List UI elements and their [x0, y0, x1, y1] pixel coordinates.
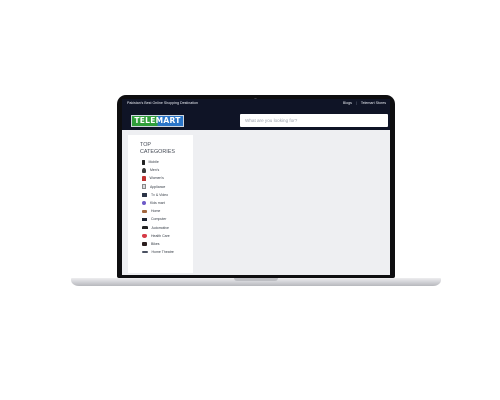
kids-icon	[142, 201, 146, 206]
category-label: Kids mart	[150, 201, 165, 206]
category-item-kids-mart[interactable]: Kids mart	[142, 199, 174, 207]
women-icon	[142, 175, 146, 181]
mobile-icon	[142, 159, 145, 165]
laptop-base	[71, 278, 441, 286]
site-tagline: Pakistan's Best Online Shopping Destinat…	[127, 101, 199, 105]
category-label: Bikes	[151, 241, 160, 246]
laptop-screen: Pakistan's Best Online Shopping Destinat…	[122, 99, 390, 275]
blogs-link[interactable]: Blogs	[343, 99, 352, 108]
categories-title: TOP CATEGORIES	[140, 142, 175, 155]
category-label: Health Care	[151, 233, 170, 238]
men-icon	[142, 167, 146, 173]
category-label: Home Theatre	[151, 250, 174, 255]
category-item-computer[interactable]: Computer	[142, 215, 174, 223]
health-icon	[142, 233, 147, 238]
category-label: Tv & Video	[151, 192, 169, 197]
appliance-icon	[142, 184, 146, 190]
category-item-appliance[interactable]: Appliance	[142, 183, 174, 191]
category-item-mens[interactable]: Men's	[142, 166, 174, 174]
computer-icon	[142, 217, 147, 222]
site-logo[interactable]: TELEMART	[131, 115, 184, 127]
category-item-automotive[interactable]: Automotive	[142, 224, 174, 232]
link-separator: |	[355, 101, 357, 105]
category-label: Women's	[149, 176, 164, 181]
category-list: Mobile Men's Women's Appliance Tv & Vide…	[142, 158, 174, 256]
laptop-notch	[234, 278, 278, 281]
category-item-mobile[interactable]: Mobile	[142, 158, 174, 166]
category-item-health-care[interactable]: Health Care	[142, 232, 174, 240]
home-icon	[142, 209, 147, 213]
laptop-mockup: Pakistan's Best Online Shopping Destinat…	[0, 0, 500, 400]
main-content-area	[193, 135, 390, 275]
category-item-home-theatre[interactable]: Home Theatre	[142, 248, 174, 256]
car-icon	[142, 226, 148, 229]
category-label: Mobile	[148, 160, 159, 165]
category-label: Appliance	[150, 184, 166, 189]
category-item-home[interactable]: Home	[142, 207, 174, 215]
search-input[interactable]: What are you looking for?	[240, 114, 388, 127]
tv-icon	[142, 193, 147, 197]
category-label: Men's	[150, 168, 160, 173]
bike-icon	[142, 241, 147, 246]
top-bar: Pakistan's Best Online Shopping Destinat…	[122, 99, 390, 108]
theatre-icon	[142, 251, 148, 253]
top-categories-panel: TOP CATEGORIES Mobile Men's Women's Appl…	[128, 135, 193, 273]
telemart-stores-link[interactable]: Telemart Stores	[361, 99, 386, 108]
site-header: TELEMART What are you looking for?	[122, 108, 390, 130]
category-label: Automotive	[151, 225, 170, 230]
laptop-lid: Pakistan's Best Online Shopping Destinat…	[117, 95, 395, 278]
category-label: Computer	[151, 217, 167, 222]
top-links: Blogs | Telemart Stores	[343, 99, 386, 108]
category-item-tv-video[interactable]: Tv & Video	[142, 191, 174, 199]
category-label: Home	[151, 209, 161, 214]
category-item-bikes[interactable]: Bikes	[142, 240, 174, 248]
category-item-womens[interactable]: Women's	[142, 174, 174, 182]
